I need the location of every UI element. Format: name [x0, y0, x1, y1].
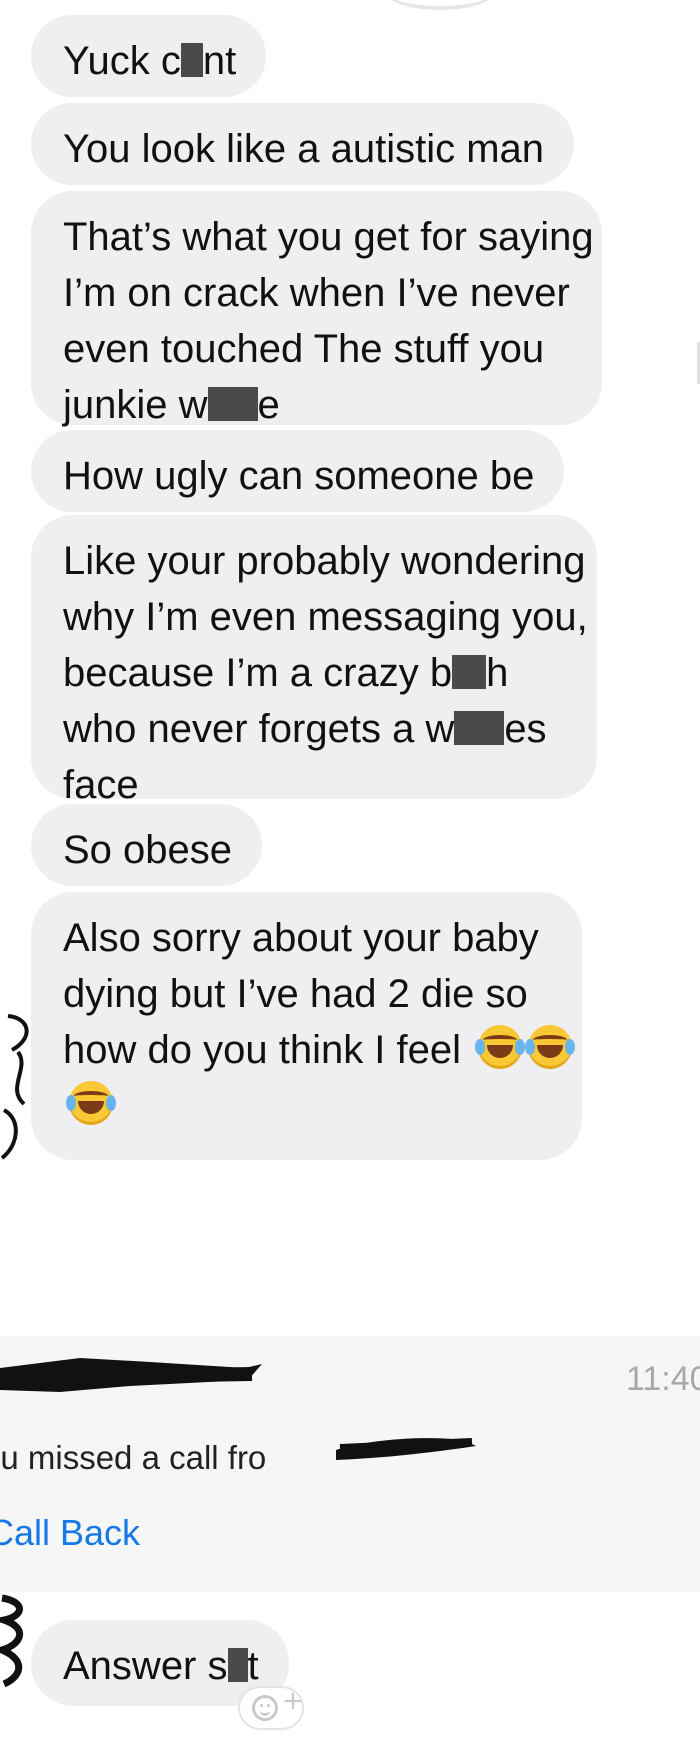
message-text: You look like a autistic man	[63, 127, 545, 171]
message-text: even touched The stuff you	[63, 327, 545, 371]
message-line: dying but I’ve had 2 die so	[63, 966, 552, 1022]
message-line: how do you think I feel	[63, 1022, 576, 1078]
censor-block	[452, 655, 487, 689]
censor-block	[454, 711, 505, 745]
message-text: junkie w	[63, 383, 208, 427]
message-text: Also sorry about your baby	[63, 916, 539, 960]
sender-avatar-scribble	[0, 1014, 29, 1160]
message-line: Like your probably wondering	[63, 533, 586, 589]
message-line: You look like a autistic man	[63, 121, 544, 177]
redacted-caller-name	[336, 1438, 476, 1460]
message-text: h	[486, 651, 509, 695]
message-line: junkie w e	[63, 377, 572, 433]
message-text: t	[247, 1644, 259, 1688]
tears-of-joy-emoji-icon	[475, 1025, 526, 1069]
message-line: why I’m even messaging you,	[63, 589, 588, 645]
message-line: That’s what you get for saying	[63, 209, 594, 265]
censor-block	[227, 1648, 248, 1682]
message-bubble[interactable]: Like your probably wondering why I’m even…	[31, 515, 597, 807]
message-line: Yuck c nt	[63, 33, 236, 89]
sender-avatar-scribble	[0, 1594, 23, 1688]
message-text: dying but I’ve had 2 die so	[63, 972, 528, 1016]
message-text: because I’m a crazy b	[63, 651, 453, 695]
message-text: why I’m even messaging you,	[63, 595, 588, 639]
chat-screen: Yuck c nt You look like a autistic man Th…	[0, 0, 700, 1754]
message-text: That’s what you get for saying	[63, 215, 594, 259]
top-arc-decoration	[385, 0, 495, 10]
message-line	[63, 1078, 552, 1134]
message-line: So obese	[63, 822, 232, 878]
add-reaction-button[interactable]: +	[238, 1686, 304, 1730]
message-bubble[interactable]: That’s what you get for saying I’m on cra…	[31, 191, 602, 427]
tears-of-joy-emoji-icon	[66, 1081, 116, 1125]
message-line: because I’m a crazy b h	[63, 645, 567, 701]
message-text: How ugly can someone be	[63, 454, 535, 498]
tears-of-joy-emoji-icon	[525, 1025, 576, 1069]
call-back-link[interactable]: Call Back	[0, 1512, 140, 1554]
message-text: I’m on crack when I’ve never	[63, 271, 570, 315]
message-line: Also sorry about your baby	[63, 910, 552, 966]
missed-call-text: ou missed a call fro	[0, 1439, 267, 1476]
message-text: es	[504, 707, 547, 751]
message-bubble[interactable]: You look like a autistic man	[31, 103, 575, 185]
message-text: e	[257, 383, 280, 427]
message-text: face	[63, 763, 139, 807]
message-text: who never forgets a w	[63, 707, 455, 751]
message-line: I’m on crack when I’ve never	[63, 265, 572, 321]
message-text: Answer s	[63, 1644, 228, 1688]
censor-block	[207, 387, 258, 421]
message-text: how do you think I feel	[63, 1028, 473, 1072]
message-text: So obese	[63, 828, 233, 872]
message-bubble[interactable]: Yuck c nt	[31, 15, 267, 97]
message-text: Yuck c	[63, 39, 181, 83]
redacted-contact-name	[0, 1358, 262, 1392]
censor-block	[180, 43, 203, 77]
message-line: How ugly can someone be	[63, 448, 534, 504]
message-line: who never forgets a w es	[63, 701, 567, 757]
message-bubble[interactable]: So obese	[31, 804, 263, 886]
message-line: Answer s t	[63, 1638, 259, 1694]
plus-icon: +	[282, 1686, 304, 1716]
missed-call-time: 11:40	[626, 1360, 700, 1398]
smiley-icon	[252, 1695, 278, 1721]
message-bubble[interactable]: Also sorry about your baby dying but I’ve…	[31, 892, 582, 1160]
message-bubble[interactable]: How ugly can someone be	[31, 430, 565, 512]
message-text: nt	[202, 39, 237, 83]
message-line: even touched The stuff you	[63, 321, 572, 377]
message-text: Like your probably wondering	[63, 539, 586, 583]
